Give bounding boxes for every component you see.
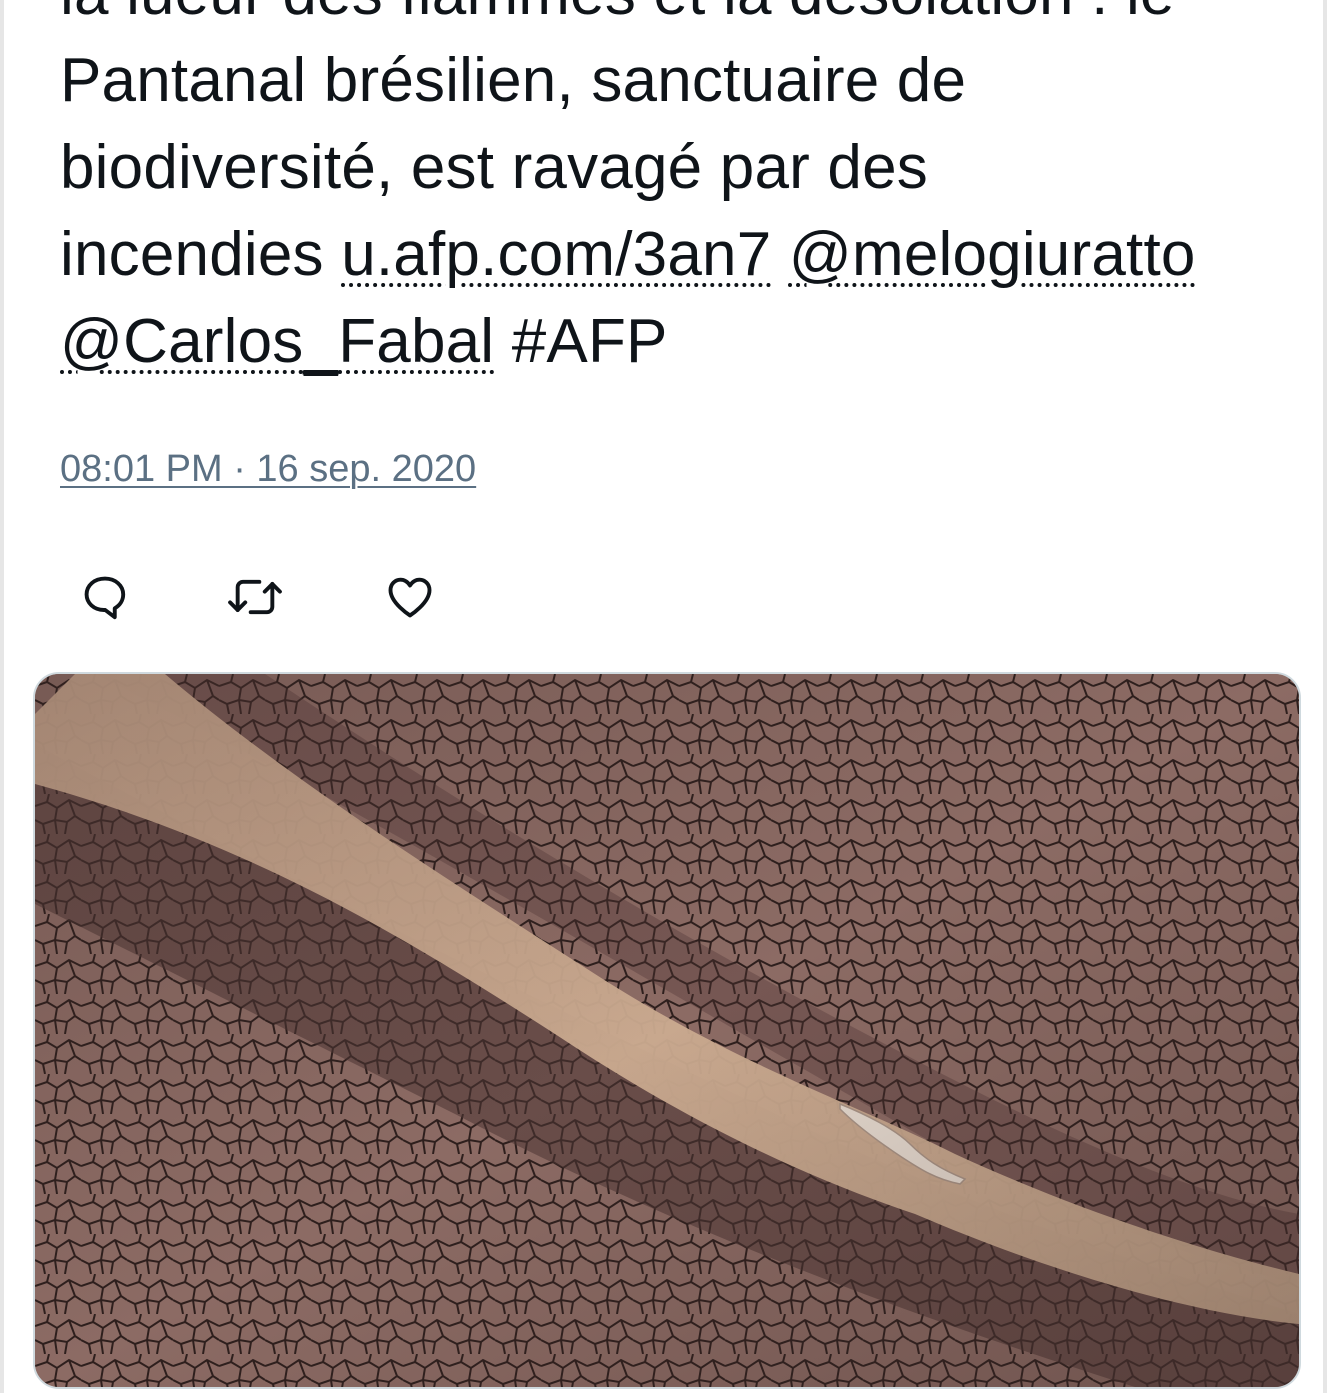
tweet-timestamp[interactable]: 08:01 PM · 16 sep. 2020 xyxy=(60,448,476,491)
heart-icon xyxy=(388,577,432,618)
tweet-text-line-2: Pantanal brésilien, sanctuaire de xyxy=(60,46,967,115)
tweet-text-line-3: biodiversité, est ravagé par des xyxy=(60,133,928,202)
tweet-text-line-4: incendies u.afp.com/3an7 @melogiuratto xyxy=(60,211,1322,298)
tweet-photo[interactable] xyxy=(33,672,1301,1389)
like-button[interactable] xyxy=(365,562,455,632)
afp-link[interactable]: u.afp.com/3an7 xyxy=(341,220,771,289)
tweet-text-prefix: incendies xyxy=(60,220,342,289)
tweet-text-line-5: @Carlos_Fabal #AFP xyxy=(60,298,1322,385)
mention-carlos-fabal[interactable]: @Carlos_Fabal xyxy=(60,307,494,376)
mention-carlos-underscore: _ xyxy=(303,307,339,376)
mention-carlos-part3: Fabal xyxy=(338,307,495,376)
tweet-text-line-1: la lueur des flammes et la désolation : … xyxy=(60,0,1322,37)
retweet-button[interactable] xyxy=(210,562,300,632)
reply-icon xyxy=(84,576,126,620)
photo-image xyxy=(35,674,1299,1387)
mention-melogiuratto[interactable]: @melogiuratto xyxy=(789,220,1196,289)
reply-button[interactable] xyxy=(60,562,150,632)
tweet-text: la lueur des flammes et la désolation : … xyxy=(60,0,1322,385)
tweet-card: la lueur des flammes et la désolation : … xyxy=(0,0,1327,1393)
retweet-icon xyxy=(228,579,282,615)
hashtag-afp[interactable]: #AFP xyxy=(494,307,668,376)
mention-carlos-part1: @Carlos xyxy=(60,307,304,376)
